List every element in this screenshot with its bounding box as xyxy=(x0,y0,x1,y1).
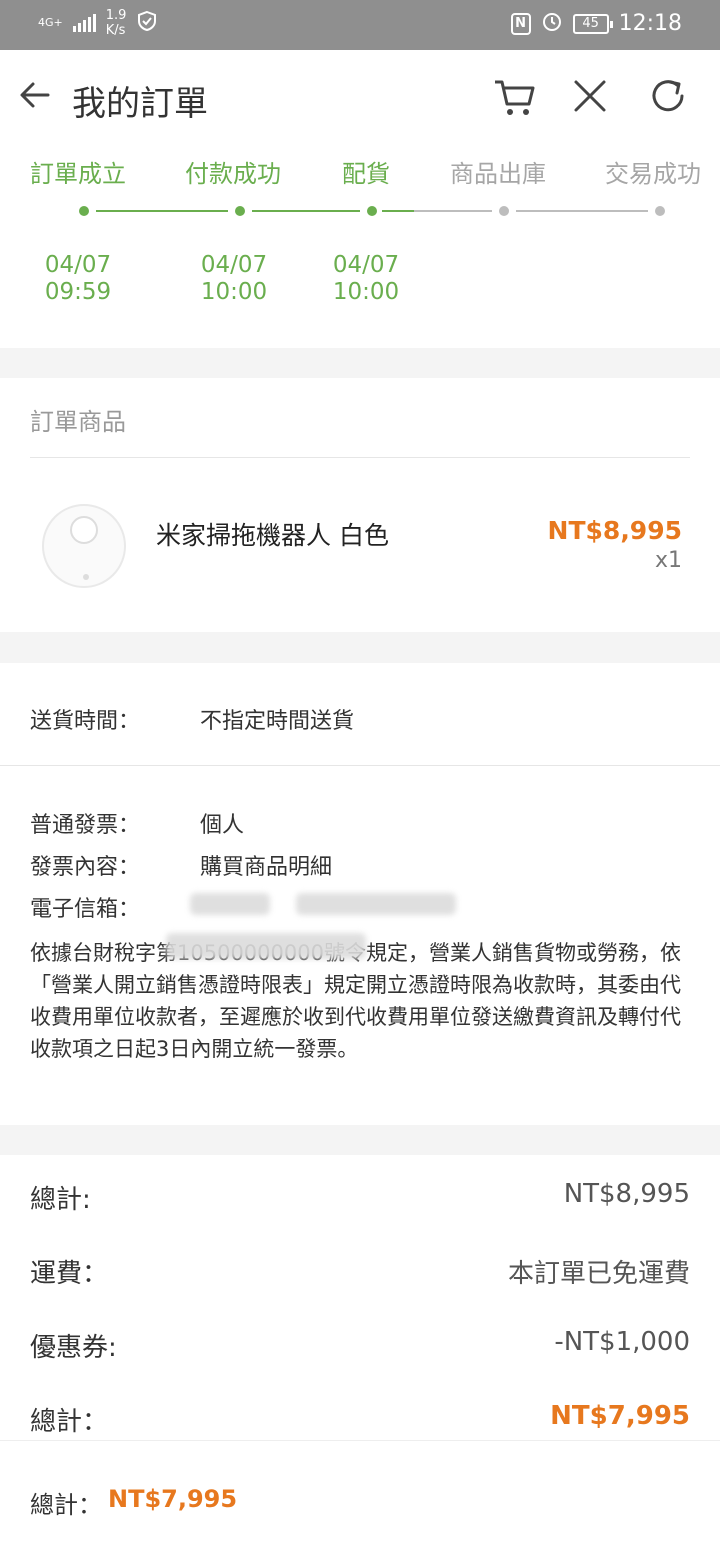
subtotal-label: 總計: xyxy=(30,1185,91,1215)
step-label-paid: 付款成功 xyxy=(185,160,281,188)
redacted-notice xyxy=(166,933,366,959)
cart-icon[interactable] xyxy=(492,74,536,118)
net-speed: 1.9 K/s xyxy=(106,8,127,38)
step-label-packing: 配貨 xyxy=(342,160,390,188)
total-label: 總計： xyxy=(30,1407,109,1437)
step-label-created: 訂單成立 xyxy=(30,160,126,188)
app-header: 我的訂單 xyxy=(0,50,720,146)
invoice-content-label: 發票內容： xyxy=(30,855,141,880)
bottom-total-label: 總計： xyxy=(30,1491,102,1519)
delivery-time-value: 不指定時間送貨 xyxy=(200,709,355,734)
coupon-value: -NT$1,000 xyxy=(554,1327,690,1357)
signal-icon xyxy=(72,14,96,32)
status-bar: 4G+ 1.9 K/s N 45 12:18 xyxy=(0,0,720,50)
step-label-complete: 交易成功 xyxy=(605,160,701,188)
invoice-type-label: 普通發票： xyxy=(30,813,141,838)
step-dot xyxy=(235,206,245,216)
step-label-shipped: 商品出庫 xyxy=(450,160,546,188)
product-quantity: x1 xyxy=(654,548,682,573)
step-clock: 10:00 xyxy=(332,279,400,305)
divider xyxy=(30,457,690,458)
battery-icon: 45 xyxy=(572,13,613,34)
bottom-total-value: NT$7,995 xyxy=(108,1485,238,1513)
bottom-total-bar: 總計： NT$7,995 xyxy=(0,1440,720,1560)
step-time: 04/07 10:00 xyxy=(301,252,431,306)
step-date: 04/07 xyxy=(44,252,112,278)
shield-icon xyxy=(136,10,158,37)
total-value: NT$7,995 xyxy=(550,1401,690,1431)
close-icon[interactable] xyxy=(568,74,612,118)
order-progress: 訂單成立 付款成功 配貨 商品出庫 交易成功 04/07 09:59 04/07… xyxy=(0,146,720,348)
progress-line xyxy=(252,210,360,212)
product-price: NT$8,995 xyxy=(547,516,682,545)
redacted-email xyxy=(190,893,270,915)
divider xyxy=(0,765,720,766)
section-title: 訂單商品 xyxy=(30,408,126,436)
speed-unit: K/s xyxy=(105,23,126,38)
delivery-time-label: 送貨時間： xyxy=(30,709,141,734)
order-summary-card: 總計: NT$8,995 運費： 本訂單已免運費 優惠券: -NT$1,000 … xyxy=(0,1155,720,1440)
alarm-icon xyxy=(541,10,563,37)
progress-line xyxy=(382,210,414,212)
robot-lid xyxy=(70,516,98,544)
email-label: 電子信箱： xyxy=(30,897,141,922)
network-type: 4G+ xyxy=(38,16,63,29)
speed-value: 1.9 xyxy=(105,8,127,23)
shipping-value: 本訂單已免運費 xyxy=(507,1259,690,1289)
step-time: 04/07 10:00 xyxy=(169,252,299,306)
step-dot xyxy=(655,206,665,216)
step-dot xyxy=(499,206,509,216)
shipping-label: 運費： xyxy=(30,1259,109,1289)
order-items-card: 訂單商品 米家掃拖機器人 白色 NT$8,995 x1 xyxy=(0,378,720,632)
step-clock: 10:00 xyxy=(200,279,268,305)
coupon-label: 優惠券: xyxy=(30,1333,117,1363)
progress-line xyxy=(96,210,228,212)
step-dot xyxy=(367,206,377,216)
step-date: 04/07 xyxy=(332,252,400,278)
product-name[interactable]: 米家掃拖機器人 白色 xyxy=(156,516,389,552)
subtotal-value: NT$8,995 xyxy=(563,1179,690,1209)
order-info-card: 送貨時間： 不指定時間送貨 普通發票： 個人 發票內容： 購買商品明細 電子信箱… xyxy=(0,663,720,1125)
invoice-type-value: 個人 xyxy=(200,813,245,838)
step-date: 04/07 xyxy=(200,252,268,278)
clock: 12:18 xyxy=(618,11,682,36)
back-arrow-icon[interactable] xyxy=(18,78,52,112)
status-left: 4G+ 1.9 K/s xyxy=(38,8,158,38)
progress-line-pending xyxy=(414,210,492,212)
nfc-icon: N xyxy=(510,12,531,35)
step-time: 04/07 09:59 xyxy=(13,252,143,306)
progress-line-pending xyxy=(516,210,648,212)
invoice-content-value: 購買商品明細 xyxy=(200,855,333,880)
product-image[interactable] xyxy=(42,504,126,588)
page-title: 我的訂單 xyxy=(72,84,208,124)
step-dot xyxy=(79,206,89,216)
robot-led xyxy=(83,574,89,580)
status-right: N 45 12:18 xyxy=(510,10,682,37)
step-clock: 09:59 xyxy=(44,279,112,305)
refresh-icon[interactable] xyxy=(646,74,690,118)
redacted-email xyxy=(296,893,456,915)
